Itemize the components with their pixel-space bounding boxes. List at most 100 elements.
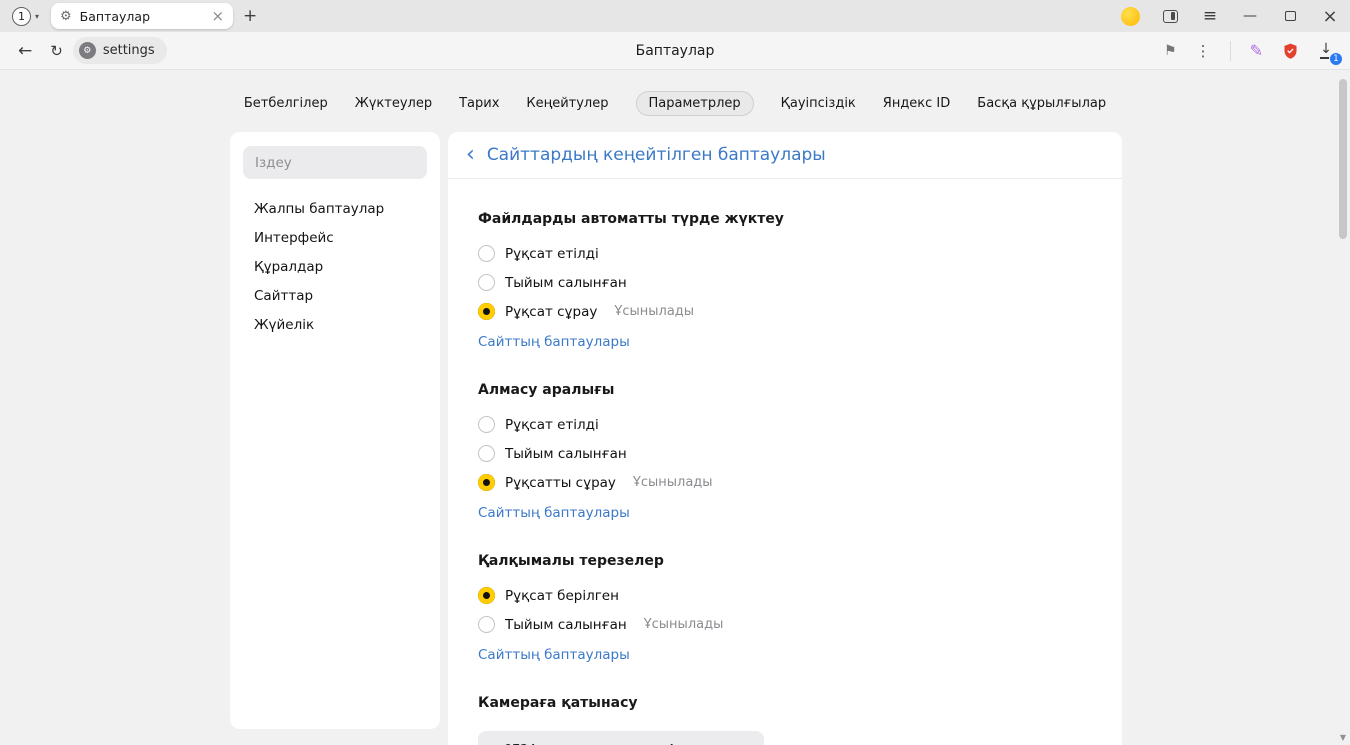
- gear-icon: ⚙: [60, 9, 72, 24]
- sidebar-item-system[interactable]: Жүйелік: [243, 311, 427, 340]
- maximize-icon: [1285, 11, 1296, 21]
- reload-button[interactable]: ↻: [50, 42, 63, 60]
- radio-option[interactable]: Рұқсатты сұрау Ұсынылады: [478, 468, 1092, 497]
- option-label: Рұқсат етілді: [505, 246, 599, 262]
- close-window-button[interactable]: ×: [1310, 6, 1350, 27]
- radio-unchecked-icon[interactable]: [478, 274, 495, 291]
- tab-extensions[interactable]: Кеңейтулер: [526, 92, 608, 115]
- tab-other-devices[interactable]: Басқа құрылғылар: [977, 92, 1106, 115]
- radio-option[interactable]: Рұқсат берілген: [478, 581, 1092, 610]
- radio-option[interactable]: Тыйым салынған: [478, 268, 1092, 297]
- new-tab-button[interactable]: +: [233, 6, 267, 26]
- option-label: Тыйым салынған: [505, 617, 627, 633]
- alice-button[interactable]: [1110, 7, 1150, 26]
- tab-close-icon[interactable]: ×: [211, 9, 224, 24]
- omnibox-page-title: Баптаулар: [636, 43, 715, 59]
- section-popups: Қалқымалы терезелер Рұқсат берілген Тыйы…: [478, 551, 1092, 665]
- toolbar-divider: [1230, 41, 1231, 61]
- scrollbar[interactable]: ▼: [1336, 71, 1350, 745]
- address-chip[interactable]: ⚙ settings: [73, 37, 167, 64]
- tab-settings[interactable]: Параметрлер: [636, 91, 754, 116]
- tab-history[interactable]: Тарих: [459, 92, 499, 115]
- bookmark-flag-icon[interactable]: ⚑: [1164, 43, 1177, 59]
- chevron-down-icon: ▾: [35, 12, 39, 21]
- downloads-button[interactable]: ↓ 1: [1318, 43, 1334, 59]
- section-camera: Камераға қатынасу cv9734_azurewave_camer…: [478, 693, 1092, 745]
- sidebar-item-interface[interactable]: Интерфейс: [243, 224, 427, 253]
- section-title: Алмасу аралығы: [478, 380, 1092, 400]
- sidebar-item-general[interactable]: Жалпы баптаулар: [243, 195, 427, 224]
- camera-select-value: cv9734_azurewave_camera Алдыңғы...: [490, 741, 740, 745]
- scrollbar-thumb[interactable]: [1339, 79, 1347, 239]
- download-count-badge: 1: [1329, 52, 1343, 66]
- browser-window: 1 ▾ ⚙ Баптаулар × + ≡ — × ← ↻ ⚙ settings…: [0, 0, 1350, 745]
- settings-columns: Жалпы баптаулар Интерфейс Құралдар Сайтт…: [230, 132, 1122, 745]
- pen-extension-icon[interactable]: ✎: [1250, 41, 1263, 60]
- section-title: Файлдарды автоматты түрде жүктеу: [478, 209, 1092, 229]
- scroll-down-icon[interactable]: ▼: [1336, 733, 1350, 742]
- site-settings-link[interactable]: Сайттың баптаулары: [478, 645, 630, 665]
- radio-unchecked-icon[interactable]: [478, 416, 495, 433]
- tab-count-button[interactable]: 1 ▾: [6, 7, 45, 26]
- section-clipboard: Алмасу аралығы Рұқсат етілді Тыйым салын…: [478, 380, 1092, 523]
- tabstrip-right-controls: ≡ — ×: [1110, 6, 1350, 27]
- radio-option[interactable]: Тыйым салынған Ұсынылады: [478, 610, 1092, 639]
- side-panel-icon: [1163, 10, 1178, 23]
- settings-nav-tabs: Бетбелгілер Жүктеулер Тарих Кеңейтулер П…: [0, 71, 1350, 116]
- radio-option[interactable]: Рұқсат етілді: [478, 410, 1092, 439]
- radio-unchecked-icon[interactable]: [478, 245, 495, 262]
- option-label: Рұқсат берілген: [505, 588, 619, 604]
- section-title: Камераға қатынасу: [478, 693, 1092, 713]
- sidebar-menu: Жалпы баптаулар Интерфейс Құралдар Сайтт…: [243, 195, 427, 340]
- tab-security[interactable]: Қауіпсіздік: [781, 92, 856, 115]
- option-label: Рұқсат етілді: [505, 417, 599, 433]
- option-label: Рұқсат сұрау: [505, 304, 597, 320]
- recommended-label: Ұсынылады: [644, 617, 724, 632]
- radio-checked-icon[interactable]: [478, 474, 495, 491]
- toolbar: ← ↻ ⚙ settings Баптаулар ⚑ ⋮ ✎ ↓ 1: [0, 32, 1350, 70]
- radio-checked-icon[interactable]: [478, 587, 495, 604]
- side-panel-button[interactable]: [1150, 10, 1190, 23]
- tab-strip: 1 ▾ ⚙ Баптаулар × + ≡ — ×: [0, 0, 1350, 32]
- recommended-label: Ұсынылады: [633, 475, 713, 490]
- section-title: Қалқымалы терезелер: [478, 551, 1092, 571]
- minimize-button[interactable]: —: [1230, 8, 1270, 24]
- toolbar-right-controls: ⚑ ⋮ ✎ ↓ 1: [1164, 41, 1338, 61]
- settings-page: Бетбелгілер Жүктеулер Тарих Кеңейтулер П…: [0, 71, 1350, 745]
- radio-checked-icon[interactable]: [478, 303, 495, 320]
- tab-bookmarks[interactable]: Бетбелгілер: [244, 92, 328, 115]
- radio-unchecked-icon[interactable]: [478, 616, 495, 633]
- option-label: Рұқсатты сұрау: [505, 475, 616, 491]
- sidebar-item-tools[interactable]: Құралдар: [243, 253, 427, 282]
- sidebar-item-sites[interactable]: Сайттар: [243, 282, 427, 311]
- back-button[interactable]: ←: [18, 41, 32, 61]
- site-settings-link[interactable]: Сайттың баптаулары: [478, 332, 630, 352]
- tab-count-badge: 1: [12, 7, 31, 26]
- active-tab[interactable]: ⚙ Баптаулар ×: [51, 3, 233, 29]
- browser-menu-button[interactable]: ≡: [1190, 6, 1230, 26]
- tab-downloads[interactable]: Жүктеулер: [355, 92, 432, 115]
- radio-option[interactable]: Рұқсат сұрау Ұсынылады: [478, 297, 1092, 326]
- settings-sidebar: Жалпы баптаулар Интерфейс Құралдар Сайтт…: [230, 132, 440, 729]
- adblock-shield-icon[interactable]: [1282, 42, 1299, 60]
- content-body: Файлдарды автоматты түрде жүктеу Рұқсат …: [448, 179, 1122, 745]
- radio-option[interactable]: Рұқсат етілді: [478, 239, 1092, 268]
- recommended-label: Ұсынылады: [614, 304, 694, 319]
- address-text: settings: [103, 43, 155, 58]
- tab-title: Баптаулар: [80, 9, 204, 24]
- tab-yandex-id[interactable]: Яндекс ID: [883, 92, 951, 115]
- radio-option[interactable]: Тыйым салынған: [478, 439, 1092, 468]
- alice-icon: [1121, 7, 1140, 26]
- search-input[interactable]: [243, 146, 427, 179]
- site-favicon: ⚙: [79, 42, 96, 59]
- section-auto-download: Файлдарды автоматты түрде жүктеу Рұқсат …: [478, 209, 1092, 352]
- back-chevron-icon[interactable]: ‹: [466, 145, 475, 165]
- option-label: Тыйым салынған: [505, 275, 627, 291]
- camera-select[interactable]: cv9734_azurewave_camera Алдыңғы... ▾: [478, 731, 764, 745]
- option-label: Тыйым салынған: [505, 446, 627, 462]
- maximize-button[interactable]: [1270, 11, 1310, 21]
- page-title: Сайттардың кеңейтілген баптаулары: [487, 145, 826, 165]
- page-actions-icon[interactable]: ⋮: [1196, 42, 1211, 60]
- site-settings-link[interactable]: Сайттың баптаулары: [478, 503, 630, 523]
- radio-unchecked-icon[interactable]: [478, 445, 495, 462]
